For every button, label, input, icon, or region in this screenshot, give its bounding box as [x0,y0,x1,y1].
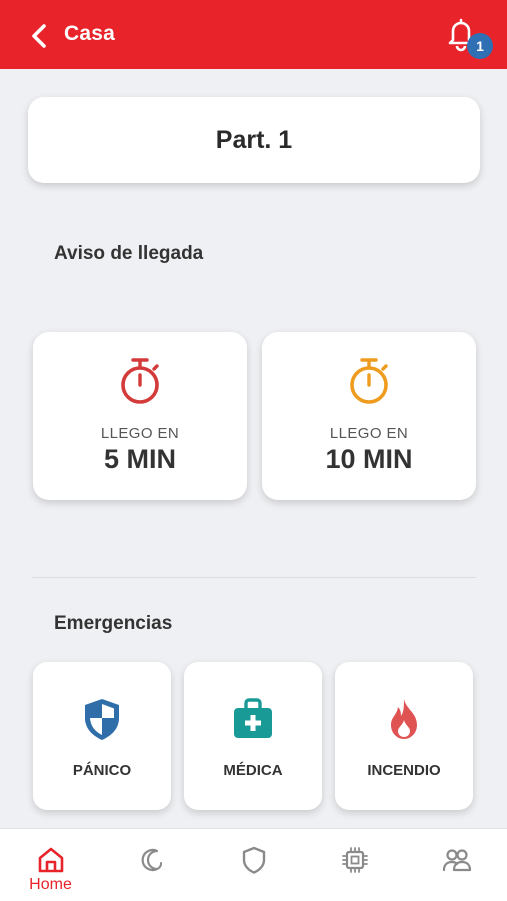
nav-item-security[interactable] [203,829,304,901]
moon-icon [141,848,162,872]
arrival-label: LLEGO EN [329,425,409,442]
section-divider [32,577,476,578]
stopwatch-icon [121,358,159,404]
medical-button[interactable]: MÉDICA [184,662,322,810]
stopwatch-icon [350,358,388,404]
arrival-section-title: Aviso de llegada [54,243,204,264]
panic-label: PÁNICO [72,762,132,779]
nav-item-home[interactable]: Home [0,829,101,901]
arrival-time: 10 MIN [325,444,413,474]
nav-label-home: Home [29,876,72,893]
arrival-label: LLEGO EN [100,425,180,442]
page-title: Casa [64,22,116,45]
bottom-navigation: Home [0,828,507,901]
nav-item-devices[interactable] [304,829,405,901]
chip-icon [342,847,368,873]
users-icon [442,849,472,872]
shield-outline-icon [242,846,266,874]
emergencies-section-title: Emergencias [54,613,173,634]
notification-badge[interactable]: 1 [467,33,493,59]
arrival-10-min-button[interactable]: LLEGO EN 10 MIN [262,332,476,500]
arrival-time: 5 MIN [103,444,176,474]
panic-button[interactable]: PÁNICO [33,662,171,810]
fire-label: INCENDIO [367,762,441,779]
chevron-left-icon[interactable] [26,20,54,52]
medical-label: MÉDICA [223,762,283,779]
nav-item-users[interactable] [406,829,507,901]
nav-item-night[interactable] [101,829,202,901]
home-icon [38,847,64,873]
fire-icon [391,699,417,739]
medical-kit-icon [234,698,272,738]
app-header: Casa 1 [0,0,507,69]
arrival-5-min-button[interactable]: LLEGO EN 5 MIN [33,332,247,500]
partition-selector[interactable]: Part. 1 [28,97,480,183]
fire-button[interactable]: INCENDIO [335,662,473,810]
shield-icon [85,699,119,740]
